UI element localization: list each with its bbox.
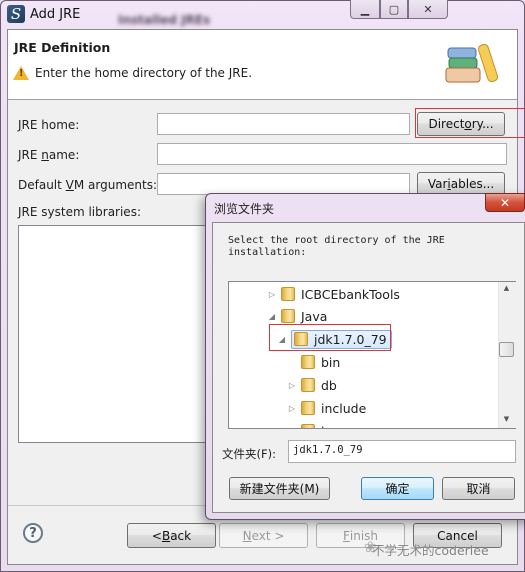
- minimize-button[interactable]: ▁: [350, 0, 380, 19]
- jdk-highlight-box: [269, 324, 391, 351]
- jre-home-label: JRE home:: [18, 118, 80, 132]
- directory-highlight-box: [415, 108, 525, 138]
- window-title: Add JRE: [30, 7, 81, 22]
- close-icon: ✕: [499, 195, 511, 210]
- header-message: Enter the home directory of the JRE.: [35, 66, 253, 80]
- folder-field-label: 文件夹(F):: [222, 447, 276, 461]
- ok-button[interactable]: 确定: [361, 477, 434, 500]
- folder-icon: [281, 287, 295, 301]
- expand-icon[interactable]: ▷: [267, 290, 277, 299]
- background-window-title: Installed JREs: [118, 13, 211, 27]
- vm-arguments-input[interactable]: [157, 173, 410, 195]
- minimize-icon: ▁: [360, 2, 370, 16]
- caption-buttons: ▁ ▢ ✕: [350, 0, 448, 19]
- jre-home-input[interactable]: [157, 113, 410, 135]
- new-folder-button[interactable]: 新建文件夹(M): [229, 477, 330, 500]
- collapse-icon[interactable]: ◢: [267, 312, 277, 321]
- system-libraries-list[interactable]: [18, 225, 208, 443]
- folder-field[interactable]: jdk1.7.0_79: [288, 440, 516, 463]
- folder-icon: [301, 424, 315, 428]
- tree-node-db[interactable]: ▷ db: [287, 374, 337, 396]
- page-title: JRE Definition: [14, 40, 111, 55]
- folder-icon: [301, 378, 315, 392]
- scroll-thumb[interactable]: [499, 342, 514, 357]
- browse-cancel-button[interactable]: 取消: [442, 477, 515, 500]
- vm-arguments-label: Default VM arguments:: [18, 178, 158, 192]
- folder-icon: [301, 401, 315, 415]
- folder-icon: [281, 309, 295, 323]
- expand-icon[interactable]: ▷: [287, 381, 297, 390]
- folder-icon: [301, 355, 315, 369]
- jre-name-label: JRE name:: [18, 148, 80, 162]
- system-libraries-label: JRE system libraries:: [18, 205, 141, 219]
- scroll-up-icon[interactable]: ▲: [498, 284, 515, 296]
- jre-name-input[interactable]: [157, 143, 507, 165]
- folder-tree[interactable]: ▷ ICBCEbankTools ◢ Java ◢ jdk1.7.0_79 bi…: [228, 281, 516, 429]
- tree-node-bin[interactable]: bin: [287, 351, 340, 373]
- maximize-icon: ▢: [388, 2, 400, 16]
- library-books-icon: [445, 43, 499, 83]
- watermark-text: 不学无术的coderlee: [372, 543, 489, 558]
- scroll-down-icon[interactable]: ▼: [498, 415, 515, 427]
- next-button[interactable]: Next >: [219, 523, 308, 548]
- tree-node-partial[interactable]: ▷ j...: [287, 420, 336, 429]
- expand-icon[interactable]: ▷: [287, 404, 297, 413]
- close-button[interactable]: ✕: [408, 0, 448, 19]
- maximize-button[interactable]: ▢: [380, 0, 408, 19]
- close-icon: ✕: [423, 2, 433, 16]
- tree-node-icbcebanktools[interactable]: ▷ ICBCEbankTools: [267, 283, 400, 305]
- tree-node-include[interactable]: ▷ include: [287, 397, 366, 419]
- browse-dialog-prompt: Select the root directory of the JRE ins…: [228, 235, 445, 258]
- help-icon[interactable]: ?: [23, 523, 43, 543]
- eclipse-app-icon: S: [7, 5, 25, 23]
- back-button[interactable]: < Back: [127, 523, 216, 548]
- browse-dialog-title: 浏览文件夹: [214, 202, 275, 216]
- warning-icon-mark: !: [19, 68, 24, 79]
- expand-icon[interactable]: ▷: [287, 427, 297, 429]
- browse-dialog-close-button[interactable]: ✕: [485, 193, 525, 212]
